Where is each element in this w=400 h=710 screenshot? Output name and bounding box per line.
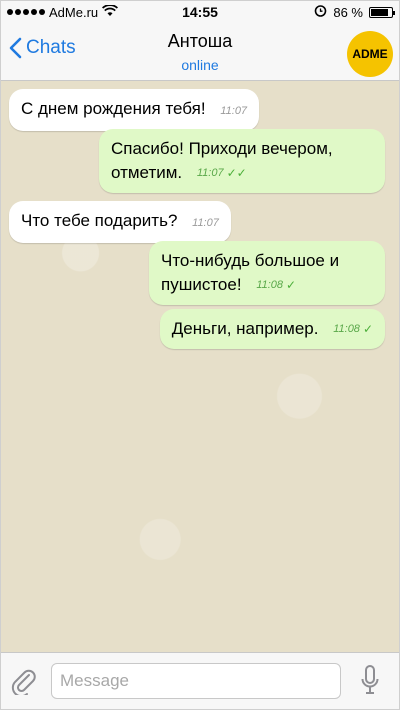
- wifi-icon: [102, 3, 119, 20]
- message-input[interactable]: Message: [51, 663, 341, 699]
- message-outgoing: Спасибо! Приходи вечером, отметим. 11:07…: [99, 129, 385, 193]
- message-text: С днем рождения тебя!: [21, 99, 206, 118]
- avatar[interactable]: ADME: [347, 31, 393, 77]
- battery-percent: 86 %: [333, 4, 363, 20]
- contact-name: Антоша: [167, 31, 233, 51]
- check-icon: ✓: [362, 322, 373, 336]
- signal-icon: [7, 9, 45, 15]
- status-right: 86 %: [233, 4, 395, 20]
- message-meta: 11:08 ✓: [246, 273, 296, 297]
- carrier-name: AdMe.ru: [49, 4, 99, 20]
- input-bar: Message: [1, 652, 399, 709]
- message-meta: 11:07 ✓✓: [187, 161, 247, 185]
- message-outgoing: Деньги, например. 11:08 ✓: [159, 309, 385, 349]
- microphone-icon[interactable]: [361, 665, 379, 700]
- message-time: 11:07: [192, 217, 219, 229]
- check-icon: ✓: [286, 278, 297, 292]
- message-outgoing: Что-нибудь большое и пушистое! 11:08 ✓: [149, 241, 385, 305]
- contact-status: online: [181, 57, 219, 73]
- battery-icon: [369, 6, 395, 18]
- double-check-icon: ✓✓: [226, 166, 247, 180]
- battery-level: [371, 8, 389, 16]
- message-time: 11:07: [220, 105, 248, 117]
- chat-area: С днем рождения тебя! 11:07 Спасибо! При…: [1, 81, 399, 654]
- message-time: 11:08: [256, 279, 284, 291]
- alarm-icon: [314, 4, 327, 20]
- status-bar: AdMe.ru 14:55 86 %: [1, 1, 399, 23]
- message-text: Что тебе подарить?: [21, 211, 178, 230]
- message-time: 11:07: [196, 167, 224, 179]
- status-left: AdMe.ru: [7, 3, 167, 20]
- status-time: 14:55: [182, 4, 218, 20]
- message-incoming: Что тебе подарить? 11:07: [9, 201, 231, 243]
- message-incoming: С днем рождения тебя! 11:07: [9, 89, 260, 131]
- nav-bar: Chats Антоша online ADME: [1, 23, 399, 81]
- message-meta: 11:08 ✓: [323, 317, 373, 341]
- attach-icon[interactable]: [11, 667, 37, 700]
- message-text: Деньги, например.: [171, 319, 319, 338]
- message-time: 11:08: [333, 323, 360, 335]
- phone-screen: AdMe.ru 14:55 86 % Chats Антоша online A…: [0, 0, 400, 710]
